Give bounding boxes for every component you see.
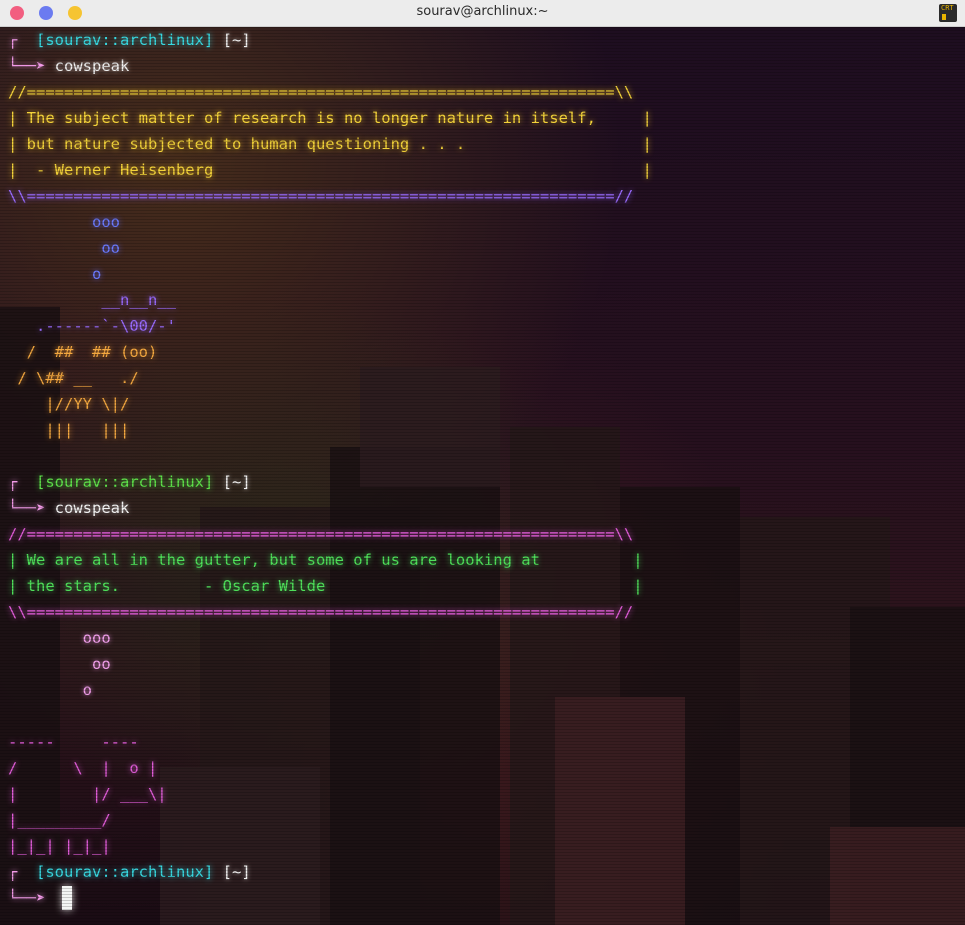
quote-line: | We are all in the gutter, but some of …: [8, 551, 643, 569]
prompt-arrow-icon: └──➤: [8, 499, 46, 517]
cow-art-line: | |/ ___\|: [8, 785, 167, 803]
title-bar: sourav@archlinux:~ CRT: [0, 0, 965, 27]
background-building: [330, 447, 500, 925]
prompt-user-host: [sourav::archlinux]: [36, 473, 214, 491]
cow-art-line: / \## __ ./: [8, 369, 139, 387]
speech-box-bottom: \\======================================…: [8, 187, 634, 205]
quote-author-line: | the stars. - Oscar Wilde |: [8, 577, 643, 595]
speech-box-top: //======================================…: [8, 525, 634, 543]
command-line: └──➤ cowspeak: [8, 53, 129, 79]
prompt-dir: [~]: [222, 473, 251, 491]
crt-icon-bar: [942, 14, 946, 20]
cow-art-line: / \ | o |: [8, 759, 158, 777]
prompt-corner: ┌: [8, 473, 18, 491]
cow-art-line: .------`-\00/-': [8, 317, 176, 335]
cow-art-line: ----- ----: [8, 733, 139, 751]
prompt-line: ┌ [sourav::archlinux] [~]: [8, 469, 251, 495]
cow-art-line: |_________/: [8, 811, 111, 829]
cow-art-line: ooo: [8, 213, 120, 231]
cow-art-line: |//YY \|/: [8, 395, 130, 413]
crt-icon-label: CRT: [941, 4, 954, 12]
prompt-dir: [~]: [222, 31, 251, 49]
prompt-line: ┌ [sourav::archlinux] [~]: [8, 859, 251, 885]
cow-art-line: / ## ## (oo): [8, 343, 158, 361]
cow-art-line: oo: [8, 655, 111, 673]
window-title: sourav@archlinux:~: [416, 4, 549, 19]
prompt-corner: ┌: [8, 863, 18, 881]
quote-line: | The subject matter of research is no l…: [8, 109, 652, 127]
crt-app-icon[interactable]: CRT: [939, 4, 957, 22]
cow-art-line: __n__n__: [8, 291, 176, 309]
speech-box-top: //======================================…: [8, 83, 634, 101]
prompt-dir: [~]: [222, 863, 251, 881]
text-cursor[interactable]: [62, 886, 72, 910]
prompt-user-host: [sourav::archlinux]: [36, 31, 214, 49]
prompt-line: ┌ [sourav::archlinux] [~]: [8, 27, 251, 53]
cow-art-line: ||| |||: [8, 421, 130, 439]
cow-art-line: ooo: [8, 629, 111, 647]
command-line: └──➤: [8, 885, 45, 911]
prompt-arrow-icon: └──➤: [8, 57, 46, 75]
quote-line: | but nature subjected to human question…: [8, 135, 652, 153]
speech-box-bottom: \\======================================…: [8, 603, 634, 621]
cow-art-line: o: [8, 681, 92, 699]
command-text: cowspeak: [54, 57, 130, 75]
cow-art-line: oo: [8, 239, 120, 257]
background-building: [830, 827, 965, 925]
prompt-user-host: [sourav::archlinux]: [36, 863, 214, 881]
prompt-corner: ┌: [8, 31, 18, 49]
background-building: [160, 767, 320, 925]
cow-art-line: |_|_| |_|_|: [8, 837, 111, 855]
prompt-arrow-icon: └──➤: [8, 889, 46, 907]
command-text: cowspeak: [54, 499, 130, 517]
quote-author-line: | - Werner Heisenberg |: [8, 161, 652, 179]
terminal-area[interactable]: ┌ [sourav::archlinux] [~] └──➤ cowspeak …: [0, 27, 965, 925]
command-line: └──➤ cowspeak: [8, 495, 129, 521]
cow-art-line: o: [8, 265, 102, 283]
background-building: [360, 367, 500, 487]
background-building: [555, 697, 685, 925]
